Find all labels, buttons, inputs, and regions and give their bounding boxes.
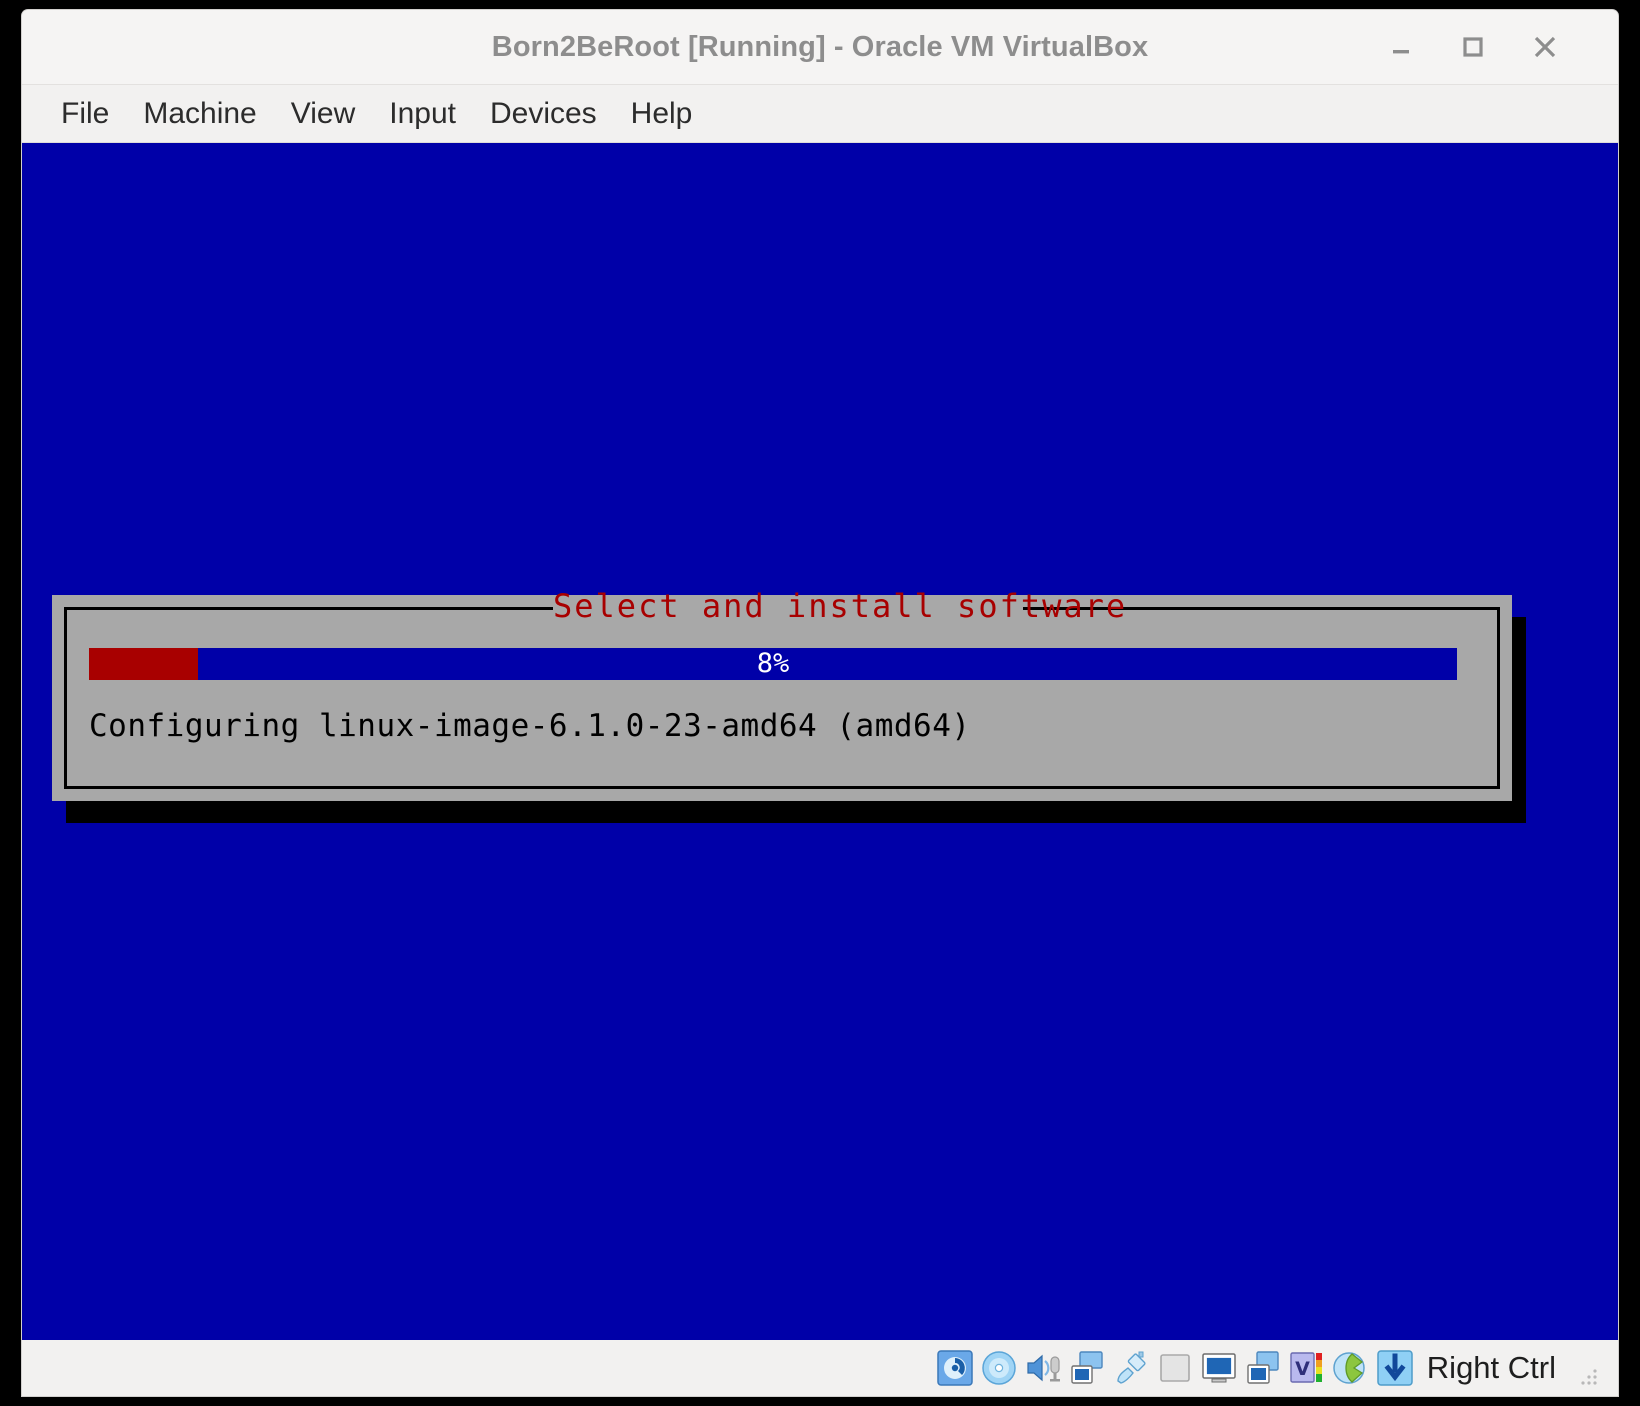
- vm-display[interactable]: Select and install software 8% Configuri…: [22, 143, 1618, 1340]
- menu-item-help[interactable]: Help: [614, 86, 710, 142]
- progress-status-text: Configuring linux-image-6.1.0-23-amd64 (…: [89, 708, 971, 744]
- installer-dialog: Select and install software 8% Configuri…: [52, 587, 1512, 801]
- recording-icon[interactable]: [1244, 1349, 1282, 1387]
- network-icon[interactable]: [1068, 1349, 1106, 1387]
- usb-icon[interactable]: [1112, 1349, 1150, 1387]
- host-key-icon[interactable]: [1376, 1349, 1414, 1387]
- host-key-label: Right Ctrl: [1426, 1350, 1556, 1385]
- display-icon[interactable]: [1200, 1349, 1238, 1387]
- menu-item-input[interactable]: Input: [372, 86, 473, 142]
- audio-icon[interactable]: [1024, 1349, 1062, 1387]
- close-button[interactable]: [1524, 26, 1566, 68]
- title-bar: Born2BeRoot [Running] - Oracle VM Virtua…: [22, 10, 1618, 85]
- minimize-button[interactable]: [1380, 26, 1422, 68]
- menu-item-machine[interactable]: Machine: [126, 86, 273, 142]
- mouse-integration-icon[interactable]: [1332, 1349, 1370, 1387]
- optical-disk-icon[interactable]: [980, 1349, 1018, 1387]
- menu-item-devices[interactable]: Devices: [473, 86, 614, 142]
- hard-disk-icon[interactable]: [936, 1349, 974, 1387]
- menu-item-view[interactable]: View: [274, 86, 372, 142]
- dialog-title: Select and install software: [553, 587, 1128, 625]
- features-icon[interactable]: V: [1288, 1349, 1326, 1387]
- status-bar: V Right Ctrl: [22, 1340, 1618, 1396]
- dialog-frame: Select and install software 8% Configuri…: [64, 587, 1500, 789]
- maximize-button[interactable]: [1452, 26, 1494, 68]
- menu-item-file[interactable]: File: [44, 86, 126, 142]
- progress-percent-label: 8%: [756, 648, 790, 679]
- window-title: Born2BeRoot [Running] - Oracle VM Virtua…: [491, 31, 1149, 63]
- virtualbox-window: Born2BeRoot [Running] - Oracle VM Virtua…: [22, 10, 1618, 1396]
- shared-folders-icon[interactable]: [1156, 1349, 1194, 1387]
- menu-bar: File Machine View Input Devices Help: [22, 85, 1618, 143]
- progress-bar: 8%: [89, 648, 1457, 680]
- resize-grip[interactable]: [1576, 1364, 1602, 1390]
- svg-text:V: V: [1295, 1358, 1310, 1380]
